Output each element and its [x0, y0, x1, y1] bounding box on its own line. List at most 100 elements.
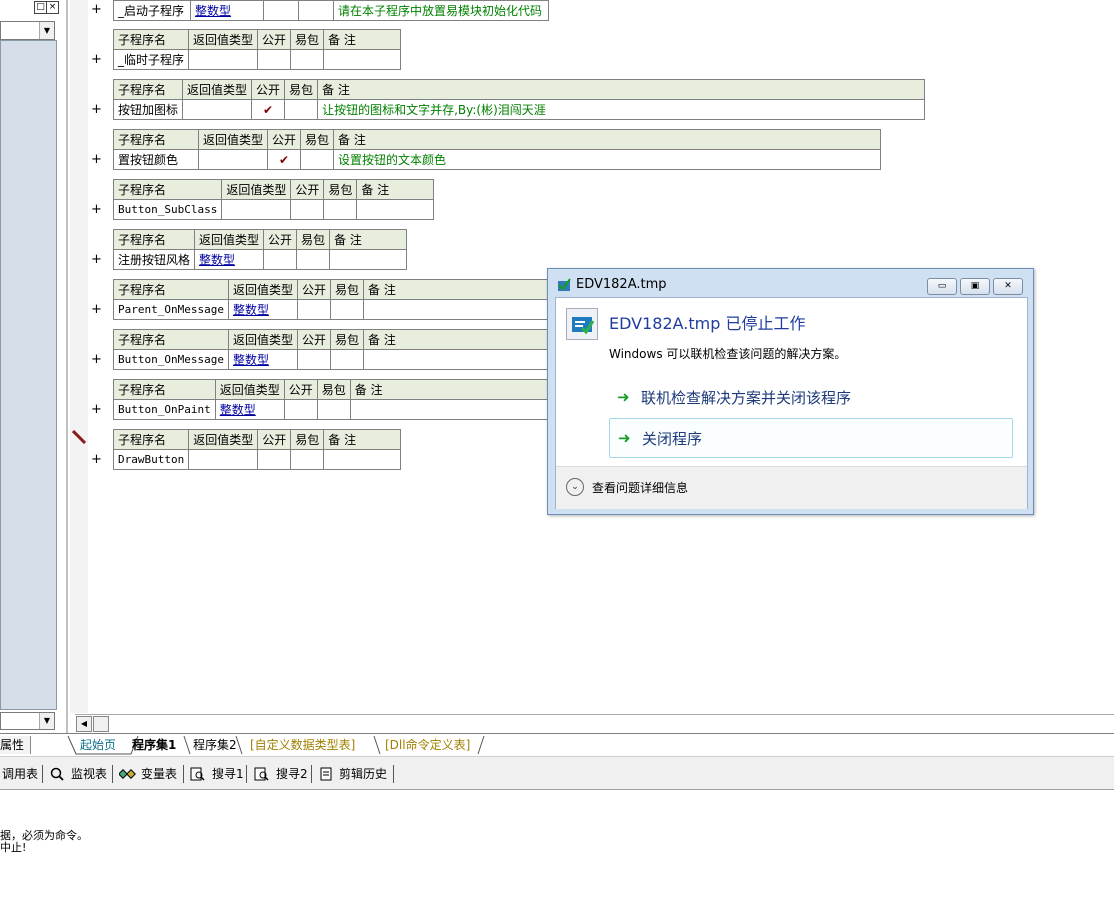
table-header-row: 子程序名 返回值类型 公开 易包 备 注 [113, 279, 574, 300]
note-cell[interactable] [356, 199, 435, 220]
easy-pack-cell[interactable] [323, 199, 358, 220]
scroll-thumb[interactable] [93, 716, 109, 732]
public-cell[interactable] [296, 349, 332, 370]
easy-pack-cell[interactable] [298, 0, 334, 21]
call-table-button[interactable]: 调用表 [2, 765, 38, 783]
note-cell[interactable] [363, 299, 574, 320]
public-check-icon[interactable]: ✔ [267, 149, 302, 170]
easy-pack-cell[interactable] [329, 299, 365, 320]
public-cell[interactable] [257, 49, 292, 70]
return-type[interactable] [197, 149, 269, 170]
variable-table-button[interactable]: 变量表 [141, 765, 177, 783]
table-header-row: 子程序名 返回值类型 公开 易包 备 注 [112, 29, 402, 50]
note-cell[interactable]: 设置按钮的文本颜色 [333, 149, 882, 170]
search1-button[interactable]: 搜寻1 [212, 765, 244, 783]
sub-name[interactable]: Button_SubClass [112, 199, 223, 220]
panel-combo[interactable]: ▼ [0, 21, 55, 40]
public-cell[interactable] [257, 449, 292, 470]
sub-name[interactable]: 注册按钮风格 [112, 249, 196, 270]
chevron-down-icon[interactable]: ⌄ [566, 478, 584, 496]
expand-icon[interactable]: + [91, 452, 102, 467]
panel-list[interactable] [0, 40, 57, 710]
sub-name[interactable]: Button_OnPaint [113, 399, 216, 420]
public-cell[interactable] [283, 399, 318, 420]
easy-pack-cell[interactable] [290, 49, 325, 70]
tab-custom-types[interactable]: [自定义数据类型表] [250, 736, 355, 754]
check-online-option[interactable]: ➜ 联机检查解决方案并关闭该程序 [609, 378, 1011, 416]
expand-icon[interactable]: + [91, 152, 102, 167]
public-check-icon[interactable]: ✔ [251, 99, 286, 120]
tab-set2[interactable]: 程序集2 [193, 736, 237, 754]
horizontal-scrollbar[interactable]: ◀ [75, 714, 1114, 732]
header-note: 备 注 [329, 229, 408, 250]
header-note: 备 注 [323, 29, 402, 50]
easy-pack-cell[interactable] [300, 149, 335, 170]
sub-name[interactable]: Button_OnMessage [113, 349, 229, 370]
tab-properties[interactable]: 属性 [0, 736, 31, 754]
table-header-row: 子程序名 返回值类型 公开 易包 备 注 [112, 179, 435, 200]
expand-icon[interactable]: + [91, 402, 102, 417]
sub-name[interactable]: 按钮加图标 [112, 99, 184, 120]
return-type[interactable]: 整数型 [214, 399, 285, 420]
chevron-down-icon[interactable]: ▼ [39, 22, 54, 39]
sub-name[interactable]: Parent_OnMessage [113, 299, 229, 320]
easy-pack-cell[interactable] [296, 249, 331, 270]
close-program-option[interactable]: ➜ 关闭程序 [609, 418, 1013, 458]
gutter-divider [66, 0, 68, 733]
return-type[interactable]: 整数型 [227, 349, 298, 370]
expand-icon[interactable]: + [91, 302, 102, 317]
return-type[interactable]: 整数型 [227, 299, 298, 320]
note-cell[interactable] [329, 249, 408, 270]
note-cell[interactable] [323, 449, 402, 470]
maximize-button[interactable]: ▣ [960, 278, 990, 295]
search-doc-icon [254, 767, 269, 781]
easy-pack-cell[interactable] [316, 399, 351, 420]
note-cell[interactable] [323, 49, 402, 70]
header-return-type: 返回值类型 [227, 279, 298, 300]
expand-icon[interactable]: + [91, 352, 102, 367]
return-type[interactable] [188, 49, 259, 70]
expand-icon[interactable]: + [91, 252, 102, 267]
sub-name[interactable]: DrawButton [112, 449, 190, 470]
return-type[interactable]: 整数型 [190, 0, 264, 21]
table-row: Button_OnPaint 整数型 [113, 399, 560, 420]
note-cell[interactable] [363, 349, 574, 370]
return-type[interactable] [188, 449, 259, 470]
return-type[interactable]: 整数型 [194, 249, 265, 270]
public-cell[interactable] [263, 249, 298, 270]
expand-icon[interactable]: + [91, 2, 102, 17]
expand-icon[interactable]: + [91, 202, 102, 217]
note-cell[interactable]: 请在本子程序中放置易模块初始化代码 [333, 0, 549, 21]
chevron-left-icon[interactable]: ◀ [76, 716, 92, 732]
easy-pack-cell[interactable] [284, 99, 319, 120]
view-details-link[interactable]: 查看问题详细信息 [592, 479, 688, 496]
minimize-button[interactable]: ▭ [927, 278, 957, 295]
tab-start-page[interactable]: 起始页 [80, 736, 116, 754]
public-cell[interactable] [263, 0, 299, 21]
panel-scroll-combo[interactable]: ▼ [0, 712, 55, 730]
public-cell[interactable] [296, 299, 332, 320]
close-button[interactable]: ✕ [993, 278, 1023, 295]
header-note: 备 注 [363, 329, 574, 350]
subroutine-table: 子程序名 返回值类型 公开 易包 备 注 按钮加图标 ✔ 让按钮的图标和文字并存… [112, 79, 926, 120]
note-cell[interactable] [349, 399, 560, 420]
header-return-type: 返回值类型 [197, 129, 269, 150]
sub-name[interactable]: 置按钮颜色 [113, 149, 199, 170]
easy-pack-cell[interactable] [329, 349, 365, 370]
clip-history-button[interactable]: 剪辑历史 [339, 765, 387, 783]
chevron-down-icon[interactable]: ▼ [39, 713, 54, 729]
watch-table-button[interactable]: 监视表 [71, 765, 107, 783]
expand-icon[interactable]: + [91, 102, 102, 117]
note-cell[interactable]: 让按钮的图标和文字并存,By:(彬)泪闯天涯 [317, 99, 926, 120]
easy-pack-cell[interactable] [290, 449, 325, 470]
tab-dll-table[interactable]: [Dll命令定义表] [385, 736, 470, 754]
return-type[interactable] [221, 199, 292, 220]
return-type[interactable] [182, 99, 253, 120]
tab-set1[interactable]: 程序集1 [132, 736, 176, 754]
public-cell[interactable] [290, 199, 325, 220]
search2-button[interactable]: 搜寻2 [276, 765, 308, 783]
expand-icon[interactable]: + [91, 52, 102, 67]
sub-name[interactable]: _临时子程序 [112, 49, 190, 70]
close-panel-button[interactable]: × [46, 1, 59, 14]
sub-name[interactable]: _启动子程序 [113, 0, 191, 21]
